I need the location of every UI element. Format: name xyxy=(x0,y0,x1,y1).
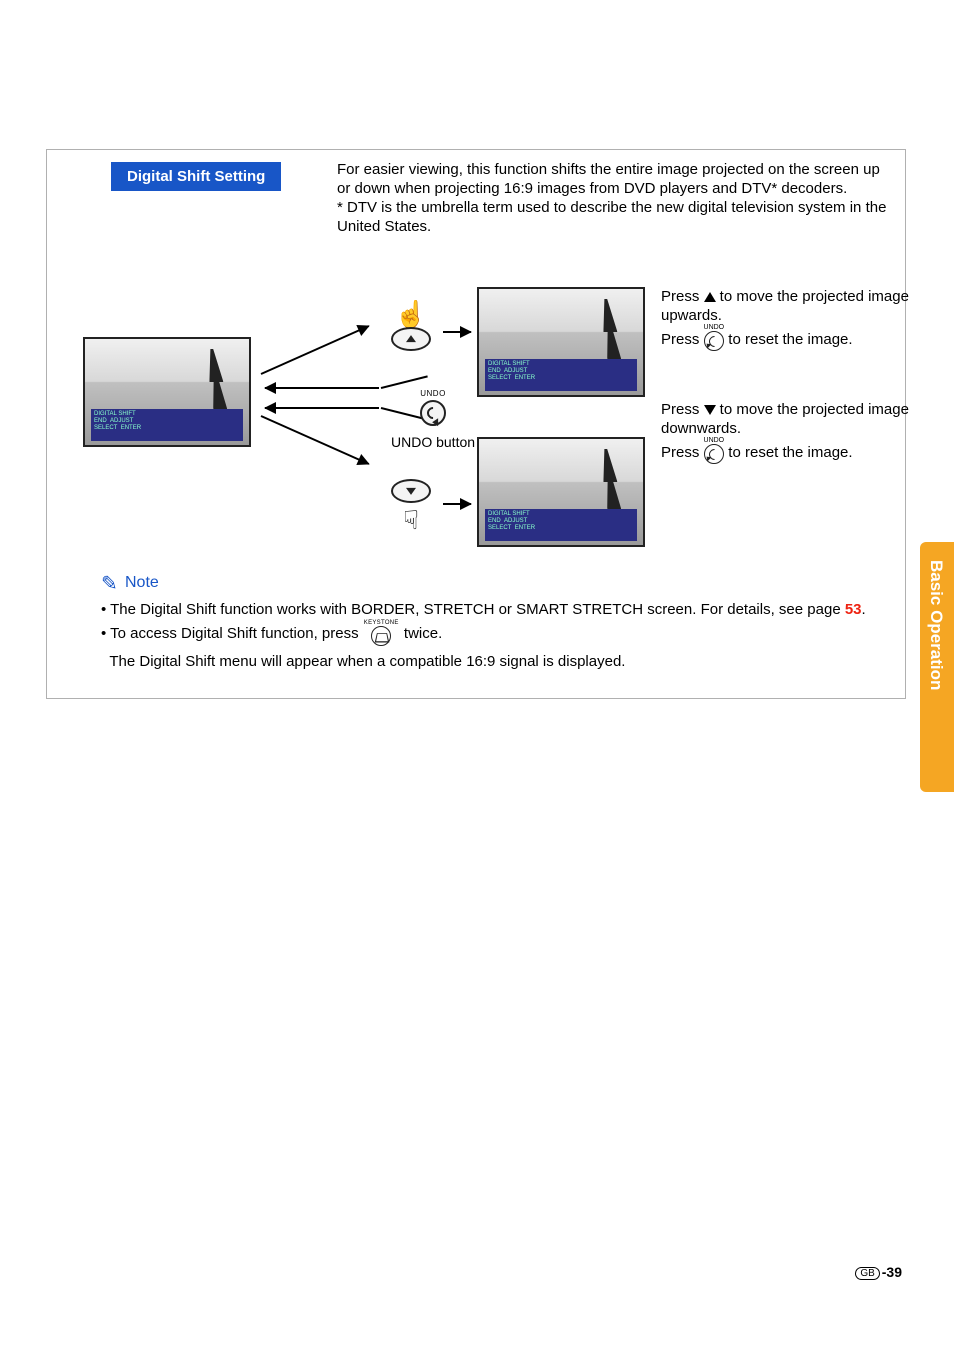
arrow-reset-upper xyxy=(265,387,379,389)
arrow-reset-lower xyxy=(265,407,379,409)
arrow-to-thumb-up xyxy=(443,331,471,333)
arrow-to-down-button xyxy=(261,415,370,465)
side-tab-label: Basic Operation xyxy=(926,560,946,690)
note-body: • The Digital Shift function works with … xyxy=(101,600,891,672)
inline-undo-icon-2: UNDO xyxy=(704,438,725,469)
page-ref: 53 xyxy=(845,601,862,618)
undo-tiny-label: UNDO xyxy=(420,389,446,398)
projected-image-shifted-up: DIGITAL SHIFT END ADJUST SELECT ENTER xyxy=(477,287,645,397)
hand-up-icon: ☝ xyxy=(391,301,431,327)
osd-overlay: DIGITAL SHIFT END ADJUST SELECT ENTER xyxy=(91,409,243,441)
intro-footnote: * DTV is the umbrella term used to descr… xyxy=(337,199,886,235)
desc-down: Press to move the projected image downwa… xyxy=(661,400,911,469)
hand-down-icon: ☟ xyxy=(391,507,431,533)
up-button-icon xyxy=(391,327,431,351)
osd-overlay-down: DIGITAL SHIFT END ADJUST SELECT ENTER xyxy=(485,509,637,541)
down-button-icon xyxy=(391,479,431,503)
section-title: Digital Shift Setting xyxy=(111,162,281,191)
content-frame: Digital Shift Setting For easier viewing… xyxy=(46,149,906,699)
diagram: DIGITAL SHIFT END ADJUST SELECT ENTER DI… xyxy=(61,287,891,557)
down-triangle-icon xyxy=(704,405,716,415)
note-heading: ✎Note xyxy=(101,571,891,596)
note-pen-icon: ✎ xyxy=(101,571,125,596)
desc-up: Press to move the projected image upward… xyxy=(661,287,911,356)
control-undo: UNDO UNDO button xyxy=(391,383,475,450)
page: Basic Operation Digital Shift Setting Fo… xyxy=(0,0,954,1346)
arrow-to-up-button xyxy=(261,325,370,375)
page-number: GB-39 xyxy=(855,1264,902,1280)
right-description: Press to move the projected image upward… xyxy=(661,287,911,469)
inline-undo-icon: UNDO xyxy=(704,325,725,356)
projected-image-shifted-down: DIGITAL SHIFT END ADJUST SELECT ENTER xyxy=(477,437,645,547)
up-triangle-icon xyxy=(704,292,716,302)
undo-button-icon xyxy=(420,400,446,426)
side-tab: Basic Operation xyxy=(920,542,954,792)
projected-image-original: DIGITAL SHIFT END ADJUST SELECT ENTER xyxy=(83,337,251,447)
intro-text: For easier viewing, this function shifts… xyxy=(337,160,897,236)
osd-overlay-up: DIGITAL SHIFT END ADJUST SELECT ENTER xyxy=(485,359,637,391)
inline-keystone-icon: KEYSTONE xyxy=(364,620,399,652)
control-up: ☝ xyxy=(391,301,431,355)
control-down: ☟ xyxy=(391,479,431,533)
undo-label: UNDO button xyxy=(391,434,475,450)
intro-line1: For easier viewing, this function shifts… xyxy=(337,161,880,197)
arrow-to-thumb-down xyxy=(443,503,471,505)
